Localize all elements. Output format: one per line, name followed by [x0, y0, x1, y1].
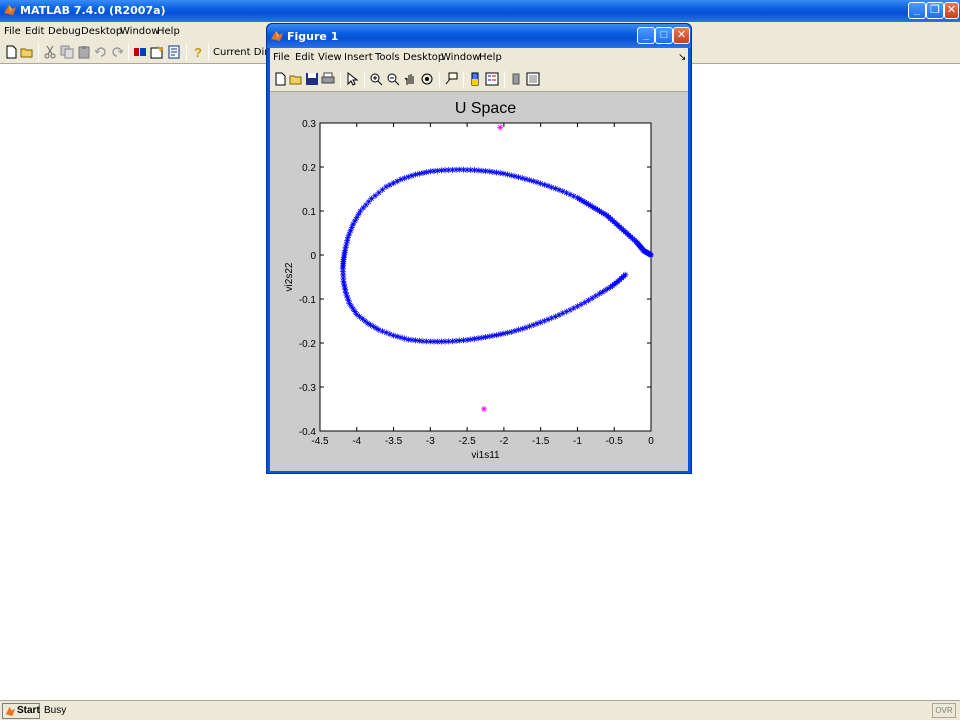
x-tick-label: 0 [648, 436, 654, 447]
status-text: Busy [44, 705, 67, 716]
pan-hand-icon[interactable] [403, 72, 417, 86]
figure-canvas[interactable]: -4.5 -4 -3.5 -3 -2.5 -2 -1.5 -1 -0.5 0 -0.4 -0.3 -0.… [270, 92, 688, 471]
fig-menu-window[interactable]: Window [441, 52, 480, 63]
menu-window[interactable]: Window [120, 26, 159, 37]
y-tick-label: -0.1 [299, 295, 317, 306]
start-button[interactable]: Start [2, 703, 40, 719]
paste-icon[interactable] [77, 45, 91, 59]
figure-title: Figure 1 [287, 30, 339, 43]
u-space-plot[interactable]: -4.5 -4 -3.5 -3 -2.5 -2 -1.5 -1 -0.5 0-0.4-0.3-0.… [270, 92, 688, 471]
save-icon[interactable] [305, 72, 319, 86]
start-button-label: Start [17, 705, 40, 716]
new-figure-icon[interactable] [273, 72, 287, 86]
chart-title: U Space [455, 100, 516, 117]
ovr-indicator: OVR [932, 703, 956, 718]
undo-icon[interactable] [94, 45, 108, 59]
insert-legend-icon[interactable] [485, 72, 499, 86]
main-titlebar: MATLAB 7.4.0 (R2007a) _ ❐ ✕ [0, 0, 960, 22]
y-tick-label: 0 [310, 251, 316, 262]
rotate-3d-icon[interactable] [420, 72, 434, 86]
hide-plot-tools-icon[interactable] [509, 72, 523, 86]
insert-colorbar-icon[interactable] [468, 72, 482, 86]
fig-menu-insert[interactable]: Insert [344, 52, 373, 63]
data-cursor-icon[interactable] [444, 72, 458, 86]
y-tick-label: 0.2 [302, 163, 316, 174]
close-button[interactable]: ✕ [944, 2, 959, 19]
fig-menu-desktop[interactable]: Desktop [403, 52, 444, 63]
svg-text:?: ? [194, 45, 202, 59]
menu-debug[interactable]: Debug [48, 26, 81, 37]
dock-arrow-icon[interactable]: ↘ [678, 52, 686, 63]
fig-menu-edit[interactable]: Edit [295, 52, 314, 63]
menu-edit[interactable]: Edit [25, 26, 44, 37]
figure-menubar: File Edit View Insert Tools Desktop Wind… [270, 48, 688, 68]
fig-menu-tools[interactable]: Tools [375, 52, 400, 63]
figure-titlebar[interactable]: Figure 1 _ □ ✕ [267, 24, 691, 48]
fig-menu-file[interactable]: File [273, 52, 290, 63]
x-tick-label: -3 [426, 436, 435, 447]
x-axis-label: vi1s11 [471, 450, 500, 461]
figure-minimize-button[interactable]: _ [637, 27, 655, 44]
y-axis-label: vi2s22 [284, 262, 295, 291]
figure-logo-icon [271, 31, 283, 41]
x-tick-label: -4 [352, 436, 361, 447]
menu-desktop[interactable]: Desktop [81, 26, 122, 37]
simulink-icon[interactable] [133, 45, 147, 59]
x-tick-label: -3.5 [385, 436, 403, 447]
y-tick-label: 0.3 [302, 119, 316, 130]
restore-button[interactable]: ❐ [926, 2, 944, 19]
figure-close-button[interactable]: ✕ [673, 27, 690, 44]
matlab-logo-icon [4, 5, 16, 15]
open-file-icon[interactable] [289, 72, 303, 86]
start-matlab-icon [5, 706, 16, 717]
edit-plot-arrow-icon[interactable] [345, 72, 359, 86]
cut-icon[interactable] [43, 45, 57, 59]
x-tick-label: -1 [573, 436, 582, 447]
redo-icon[interactable] [110, 45, 124, 59]
fig-menu-help[interactable]: Help [479, 52, 502, 63]
x-tick-label: -1.5 [532, 436, 550, 447]
curve-star-marker [622, 271, 629, 278]
zoom-in-icon[interactable] [369, 72, 383, 86]
menu-help[interactable]: Help [157, 26, 180, 37]
help-icon[interactable]: ? [191, 45, 205, 59]
new-file-icon[interactable] [4, 45, 18, 59]
main-window-title: MATLAB 7.4.0 (R2007a) [20, 4, 166, 17]
figure-maximize-button[interactable]: □ [655, 27, 673, 44]
figure-window[interactable]: Figure 1 _ □ ✕ File Edit View Insert Too… [266, 23, 692, 474]
x-tick-label: -2.5 [458, 436, 476, 447]
x-tick-label: -2 [499, 436, 508, 447]
minimize-button[interactable]: _ [908, 2, 926, 19]
print-icon[interactable] [321, 72, 335, 86]
fig-menu-view[interactable]: View [318, 52, 342, 63]
figure-toolbar [270, 68, 688, 92]
open-folder-icon[interactable] [20, 45, 34, 59]
profiler-icon[interactable] [167, 45, 181, 59]
menu-file[interactable]: File [4, 26, 21, 37]
x-tick-label: -0.5 [606, 436, 624, 447]
y-tick-label: -0.3 [299, 383, 317, 394]
y-tick-label: -0.4 [299, 427, 317, 438]
y-tick-label: -0.2 [299, 339, 317, 350]
show-plot-tools-icon[interactable] [526, 72, 540, 86]
y-tick-label: 0.1 [302, 207, 316, 218]
status-bar: Start Busy OVR [0, 700, 960, 720]
guide-icon[interactable] [150, 45, 164, 59]
copy-icon[interactable] [60, 45, 74, 59]
zoom-out-icon[interactable] [386, 72, 400, 86]
